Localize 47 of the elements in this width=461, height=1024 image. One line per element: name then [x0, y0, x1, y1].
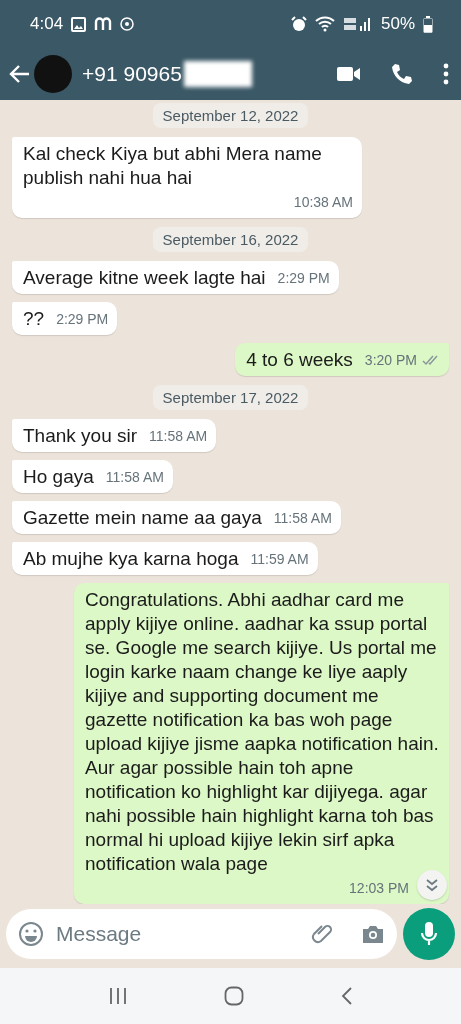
- microphone-icon: [420, 921, 438, 947]
- phone-call-icon[interactable]: [391, 63, 413, 85]
- eye-circle-icon: [120, 17, 135, 31]
- chevrons-down-icon: [425, 878, 439, 892]
- date-chip: September 12, 2022: [152, 103, 309, 128]
- message-text: Gazette mein name aa gaya: [23, 506, 262, 530]
- more-options-icon[interactable]: [443, 63, 449, 85]
- message-text: Average kitne week lagte hai: [23, 266, 266, 290]
- message-text: Thank you sir: [23, 424, 138, 448]
- recent-apps-icon[interactable]: [108, 987, 127, 1005]
- contact-phone-number[interactable]: +91 90965: [82, 62, 182, 86]
- home-icon[interactable]: [223, 986, 244, 1006]
- message-time: 11:58 AM: [105, 468, 164, 487]
- date-chip: September 16, 2022: [152, 227, 309, 252]
- message-time: 12:03 PM: [349, 879, 409, 898]
- m-logo-icon: [94, 17, 113, 31]
- message-time: 11:58 AM: [273, 509, 332, 528]
- back-arrow-icon[interactable]: [8, 64, 30, 84]
- message-text: Ab mujhe kya karna hoga: [23, 547, 239, 571]
- wifi-icon: [314, 16, 335, 32]
- paperclip-icon[interactable]: [311, 922, 335, 946]
- message-text: 4 to 6 weeks: [246, 348, 353, 372]
- camera-icon[interactable]: [361, 924, 385, 944]
- battery-icon: [423, 15, 433, 33]
- message-time: 2:29 PM: [277, 269, 330, 288]
- message-time: 3:20 PM: [364, 351, 417, 370]
- alarm-icon: [290, 16, 307, 32]
- image-icon: [71, 16, 87, 32]
- date-chip: September 17, 2022: [152, 385, 309, 410]
- message-time: 11:59 AM: [250, 550, 309, 569]
- message-input-field[interactable]: Message: [54, 921, 301, 947]
- message-time: 10:38 AM: [293, 193, 353, 212]
- message-text: Kal check Kiya but abhi Mera name publish nahi hua hai: [23, 142, 323, 190]
- message-text: Congratulations. Abhi aadhar card me apply kijiye online. aadhar ka ssup portal se. Google me search kijiye. Us portal me login karke naam change ke liye aaply kijiye and supporting document me gazette notification ka bas woh page upload kijiye jisme aapka notification hain. Aur agar possible hain toh apne notification ko highlight kar dijiyega. agar nahi possible hain highlight karna toh bas normal hi upload kijiye lekin sirf apka notification wala page: [85, 588, 440, 876]
- message-time: 11:58 AM: [149, 427, 208, 446]
- message-text: ??: [23, 307, 45, 331]
- clock-time: 4:04: [30, 14, 64, 34]
- message-time: 2:29 PM: [56, 310, 109, 329]
- redaction-mark: [183, 61, 252, 87]
- message-text: Ho gaya: [23, 465, 94, 489]
- microphone-button[interactable]: [403, 908, 455, 960]
- emoji-icon[interactable]: [18, 921, 44, 947]
- battery-percent: 50%: [380, 14, 415, 34]
- lte-signal-icon: [342, 16, 373, 32]
- video-call-icon[interactable]: [337, 66, 361, 82]
- message-bar[interactable]: Message: [6, 909, 397, 959]
- back-icon[interactable]: [340, 987, 353, 1005]
